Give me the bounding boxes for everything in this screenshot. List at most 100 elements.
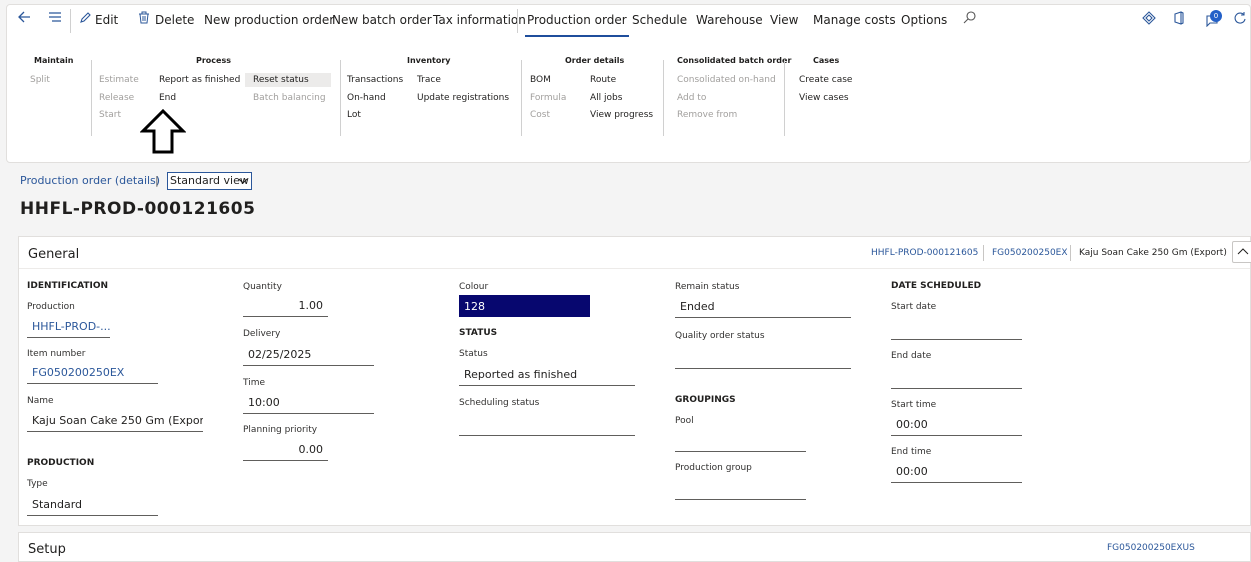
tax-information-button[interactable]: Tax information: [433, 13, 526, 27]
setup-fasttab[interactable]: Setup FG050200250EXUS: [18, 532, 1251, 562]
lot-button[interactable]: Lot: [347, 110, 361, 120]
tab-schedule[interactable]: Schedule: [632, 13, 687, 27]
setup-summary[interactable]: FG050200250EXUS: [1107, 543, 1195, 553]
create-case-button[interactable]: Create case: [799, 75, 852, 85]
general-title: General: [28, 247, 80, 262]
view-selector[interactable]: Standard view: [167, 172, 252, 190]
diamond-icon[interactable]: [1142, 11, 1156, 29]
quantity-label: Quantity: [243, 282, 282, 292]
production-group-field[interactable]: [675, 478, 806, 500]
refresh-icon[interactable]: [1233, 11, 1247, 29]
chevron-down-icon: [238, 178, 248, 184]
breadcrumb-link[interactable]: Production order (details): [20, 174, 160, 187]
type-field[interactable]: Standard: [27, 494, 158, 516]
command-bar: Edit Delete New production order New bat…: [7, 5, 1250, 37]
status-label: Status: [459, 349, 488, 359]
quality-order-status-field[interactable]: [675, 347, 851, 369]
group-title-consolidated: Consolidated batch order: [677, 56, 792, 65]
office-icon[interactable]: [1173, 11, 1185, 29]
cost-button[interactable]: Cost: [530, 110, 550, 120]
general-header[interactable]: General HHFL-PROD-000121605 FG050200250E…: [19, 237, 1251, 269]
report-as-finished-button[interactable]: Report as finished: [159, 75, 240, 85]
reset-status-button[interactable]: Reset status: [245, 73, 331, 87]
batch-balancing-button[interactable]: Batch balancing: [253, 93, 326, 103]
production-label: Production: [27, 302, 75, 312]
planning-priority-field[interactable]: 0.00: [243, 439, 328, 461]
end-date-field[interactable]: [891, 367, 1022, 389]
collapse-button[interactable]: [1232, 241, 1251, 263]
transactions-button[interactable]: Transactions: [347, 75, 403, 85]
production-heading: PRODUCTION: [27, 458, 95, 468]
delivery-label: Delivery: [243, 329, 281, 339]
all-jobs-button[interactable]: All jobs: [590, 93, 622, 103]
pool-label: Pool: [675, 416, 694, 426]
colour-field[interactable]: 128: [459, 295, 590, 317]
on-hand-button[interactable]: On-hand: [347, 93, 386, 103]
delete-icon[interactable]: [138, 11, 150, 28]
new-production-order-button[interactable]: New production order: [204, 13, 334, 27]
chevron-up-icon: [1237, 248, 1249, 255]
remain-status-field[interactable]: Ended: [675, 296, 851, 318]
time-field[interactable]: 10:00: [243, 392, 374, 414]
release-button[interactable]: Release: [99, 93, 134, 103]
summary-item[interactable]: FG050200250EX: [992, 248, 1068, 258]
remain-status-label: Remain status: [675, 282, 740, 292]
up-arrow-annotation: [140, 109, 186, 154]
split-button[interactable]: Split: [30, 75, 50, 85]
delete-button[interactable]: Delete: [155, 13, 194, 27]
item-number-label: Item number: [27, 349, 86, 359]
add-to-button[interactable]: Add to: [677, 93, 706, 103]
new-batch-order-button[interactable]: New batch order: [332, 13, 432, 27]
start-date-label: Start date: [891, 302, 937, 312]
setup-title: Setup: [28, 542, 66, 557]
separator: [983, 245, 984, 261]
view-progress-button[interactable]: View progress: [590, 110, 653, 120]
update-registrations-button[interactable]: Update registrations: [417, 93, 509, 103]
start-time-field[interactable]: 00:00: [891, 414, 1022, 436]
tab-options[interactable]: Options: [901, 13, 947, 27]
remove-from-button[interactable]: Remove from: [677, 110, 737, 120]
breadcrumb-separator: |: [155, 174, 159, 187]
tab-warehouse[interactable]: Warehouse: [696, 13, 763, 27]
tab-production-order[interactable]: Production order: [525, 13, 629, 37]
delivery-field[interactable]: 02/25/2025: [243, 344, 374, 366]
end-button[interactable]: End: [159, 93, 176, 103]
view-cases-button[interactable]: View cases: [799, 93, 849, 103]
name-field[interactable]: Kaju Soan Cake 250 Gm (Export): [27, 410, 203, 432]
route-button[interactable]: Route: [590, 75, 616, 85]
quantity-field[interactable]: 1.00: [243, 295, 328, 317]
group-title-cases: Cases: [813, 56, 840, 65]
status-heading: STATUS: [459, 328, 498, 338]
hamburger-menu-icon[interactable]: [48, 10, 62, 28]
type-label: Type: [27, 479, 48, 489]
edit-button[interactable]: Edit: [95, 13, 118, 27]
summary-production[interactable]: HHFL-PROD-000121605: [871, 248, 978, 258]
edit-icon[interactable]: [79, 11, 92, 28]
end-date-label: End date: [891, 351, 932, 361]
search-icon[interactable]: [963, 10, 977, 28]
separator: [521, 60, 522, 136]
item-number-field[interactable]: FG050200250EX: [27, 362, 158, 384]
consolidated-on-hand-button[interactable]: Consolidated on-hand: [677, 75, 776, 85]
pool-field[interactable]: [675, 430, 806, 452]
group-title-order-details: Order details: [565, 56, 625, 65]
tab-manage-costs[interactable]: Manage costs: [813, 13, 896, 27]
production-group-label: Production group: [675, 463, 752, 473]
trace-button[interactable]: Trace: [417, 75, 441, 85]
back-icon[interactable]: [17, 10, 31, 28]
quality-order-status-label: Quality order status: [675, 331, 765, 341]
estimate-button[interactable]: Estimate: [99, 75, 139, 85]
separator: [1070, 245, 1071, 261]
scheduling-status-field[interactable]: [459, 414, 635, 436]
tab-view[interactable]: View: [770, 13, 798, 27]
bom-button[interactable]: BOM: [530, 75, 551, 85]
name-label: Name: [27, 396, 54, 406]
status-field[interactable]: Reported as finished: [459, 364, 635, 386]
start-button[interactable]: Start: [99, 110, 121, 120]
start-date-field[interactable]: [891, 318, 1022, 340]
formula-button[interactable]: Formula: [530, 93, 566, 103]
production-field[interactable]: HHFL-PROD-...: [27, 316, 110, 338]
group-title-maintain: Maintain: [34, 56, 74, 65]
end-time-field[interactable]: 00:00: [891, 461, 1022, 483]
planning-priority-label: Planning priority: [243, 425, 318, 435]
